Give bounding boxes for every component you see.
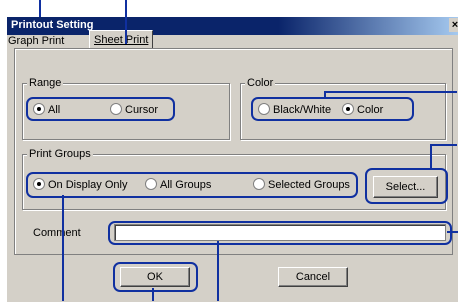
comment-field[interactable] — [114, 224, 446, 241]
callout-line-select-h — [430, 144, 457, 146]
radio-empty-icon — [145, 178, 157, 190]
radio-selected-icon — [33, 103, 45, 115]
callout-line-title — [39, 0, 41, 17]
all-groups-radio[interactable]: All Groups — [145, 178, 211, 191]
selected-groups-radio[interactable]: Selected Groups — [253, 178, 350, 191]
tab-graph-print[interactable]: Graph Print — [8, 35, 64, 47]
callout-line-groups — [62, 195, 64, 301]
select-button[interactable]: Select... — [373, 176, 438, 198]
all-groups-label: All Groups — [160, 179, 212, 191]
dialog-title: Printout Setting — [11, 19, 94, 31]
color-bw-label: Black/White — [273, 104, 332, 116]
callout-line-comment — [447, 231, 458, 233]
color-legend: Color — [245, 77, 276, 89]
on-display-only-label: On Display Only — [48, 179, 128, 191]
radio-empty-icon — [253, 178, 265, 190]
callout-line-comment-down — [217, 241, 219, 301]
ok-button[interactable]: OK — [120, 267, 190, 287]
selected-groups-label: Selected Groups — [268, 179, 350, 191]
print-groups-legend: Print Groups — [27, 148, 93, 160]
range-all-radio[interactable]: All — [33, 103, 60, 116]
color-bw-radio[interactable]: Black/White — [258, 103, 331, 116]
radio-empty-icon — [258, 103, 270, 115]
tab-sheet-print[interactable]: Sheet Print — [89, 30, 154, 49]
title-bar[interactable]: Printout Setting × — [7, 17, 458, 35]
callout-line-color-h — [324, 91, 457, 93]
color-color-label: Color — [357, 104, 384, 116]
range-all-label: All — [48, 104, 61, 116]
on-display-only-radio[interactable]: On Display Only — [33, 178, 127, 191]
range-legend: Range — [27, 77, 64, 89]
cancel-button[interactable]: Cancel — [278, 267, 348, 287]
callout-line-color-v — [324, 91, 326, 98]
color-color-radio[interactable]: Color — [342, 103, 383, 116]
radio-selected-icon — [33, 178, 45, 190]
callout-line-sheet-tab — [125, 0, 127, 44]
radio-selected-icon — [342, 103, 354, 115]
radio-empty-icon — [110, 103, 122, 115]
range-cursor-radio[interactable]: Cursor — [110, 103, 158, 116]
comment-label: Comment — [33, 227, 81, 239]
range-cursor-label: Cursor — [125, 104, 159, 116]
close-icon[interactable]: × — [449, 18, 458, 32]
tab-sheet-print-label: Sheet Print — [94, 34, 149, 46]
callout-line-select-v — [430, 144, 432, 168]
callout-line-ok — [152, 288, 154, 301]
